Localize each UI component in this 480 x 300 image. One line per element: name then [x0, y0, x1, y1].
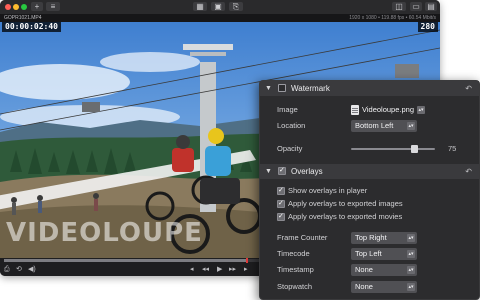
opacity-slider[interactable]	[351, 145, 435, 153]
rewind-button[interactable]: ◂◂	[202, 265, 209, 275]
frame-counter-value: Top Right	[355, 233, 387, 242]
frame-counter-label: Frame Counter	[277, 233, 328, 242]
menu-button[interactable]: ≡	[46, 2, 60, 11]
overlays-enable-checkbox[interactable]	[278, 166, 286, 175]
timestamp-select[interactable]: None ▴▾	[351, 264, 417, 276]
stopwatch-value: None	[355, 282, 373, 291]
checkbox-label: Apply overlays to exported images	[288, 199, 403, 208]
split-view-icon[interactable]: ◫	[392, 2, 406, 11]
volume-icon[interactable]: ◀)	[28, 265, 36, 275]
overlay-settings-panel: ▼ Watermark ↶ Image Videoloupe.png ▴▾ Lo…	[259, 80, 480, 300]
frame-counter-overlay: 280	[417, 22, 438, 32]
export-icon[interactable]: ⎘	[229, 2, 243, 11]
chevron-updown-icon: ▴▾	[407, 250, 415, 258]
reset-arrow-icon[interactable]: ↶	[465, 166, 472, 177]
reset-arrow-icon[interactable]: ↶	[465, 83, 472, 94]
add-button[interactable]: +	[31, 2, 43, 11]
file-name: GOPR1021.MP4	[4, 15, 42, 21]
image-label: Image	[277, 105, 298, 114]
loop-icon[interactable]: ⟲	[16, 265, 22, 275]
timestamp-label: Timestamp	[277, 265, 314, 274]
checkbox-label: Show overlays in player	[288, 186, 368, 195]
title-bar: + ≡ ▦ ▣ ⎘ ◫ ▭ ▤	[0, 0, 440, 14]
file-icon	[351, 105, 359, 115]
timecode-overlay: 00:00:02:40	[2, 22, 61, 32]
watermark-overlay: VIDEOLOUPE	[6, 218, 203, 248]
location-select-value: Bottom Left	[355, 121, 394, 130]
timestamp-value: None	[355, 265, 373, 274]
next-frame-button[interactable]: ▸	[244, 265, 248, 275]
screenshot-icon[interactable]: ⎙	[4, 265, 10, 275]
opacity-slider-thumb[interactable]	[411, 145, 418, 153]
fast-forward-button[interactable]: ▸▸	[229, 265, 236, 275]
opacity-label: Opacity	[277, 144, 303, 153]
timecode-label: Timecode	[277, 249, 310, 258]
previous-frame-button[interactable]: ◂	[190, 265, 194, 275]
frame-counter-select[interactable]: Top Right ▴▾	[351, 232, 417, 244]
grid-view-icon[interactable]: ▦	[193, 2, 207, 11]
location-label: Location	[277, 121, 306, 130]
playhead[interactable]	[245, 258, 248, 263]
show-overlays-checkbox[interactable]	[277, 186, 285, 195]
chevron-updown-icon: ▴▾	[407, 234, 415, 242]
watermark-section-title: Watermark	[291, 84, 330, 93]
image-select-value: Videoloupe.png	[362, 105, 414, 114]
player-view-icon[interactable]: ▣	[211, 2, 225, 11]
minimize-window-button[interactable]	[13, 4, 19, 10]
overlays-section-title: Overlays	[291, 167, 323, 176]
timeline-progress	[4, 259, 246, 262]
stopwatch-select[interactable]: None ▴▾	[351, 281, 417, 293]
checkbox-label: Apply overlays to exported movies	[288, 212, 403, 221]
chevron-down-icon[interactable]: ▼	[265, 167, 272, 176]
fullscreen-icon[interactable]: ▭	[410, 2, 422, 11]
timecode-value: Top Left	[355, 249, 382, 258]
chevron-down-icon[interactable]: ▼	[265, 84, 272, 93]
chevron-updown-icon: ▴▾	[407, 283, 415, 291]
overlays-section-header[interactable]: ▼ Overlays ↶	[260, 164, 479, 179]
file-metadata: 1920 x 1080 • 119.88 fps • 60.54 Mbit/s	[349, 15, 436, 21]
chevron-updown-icon: ▴▾	[417, 106, 425, 114]
close-window-button[interactable]	[5, 4, 11, 10]
stopwatch-label: Stopwatch	[277, 282, 313, 291]
timecode-select[interactable]: Top Left ▴▾	[351, 248, 417, 260]
chevron-updown-icon: ▴▾	[407, 122, 415, 130]
zoom-window-button[interactable]	[21, 4, 27, 10]
location-select[interactable]: Bottom Left ▴▾	[351, 120, 417, 132]
apply-movies-checkbox[interactable]	[277, 212, 285, 221]
play-button[interactable]: ▶	[217, 265, 222, 275]
watermark-section-header[interactable]: ▼ Watermark ↶	[260, 81, 479, 96]
apply-images-checkbox[interactable]	[277, 199, 285, 208]
file-info-bar: GOPR1021.MP4 1920 x 1080 • 119.88 fps • …	[0, 14, 440, 22]
opacity-value: 75	[448, 144, 457, 153]
chevron-updown-icon: ▴▾	[407, 266, 415, 274]
inspector-icon[interactable]: ▤	[425, 2, 437, 11]
watermark-enable-checkbox[interactable]	[278, 84, 286, 92]
